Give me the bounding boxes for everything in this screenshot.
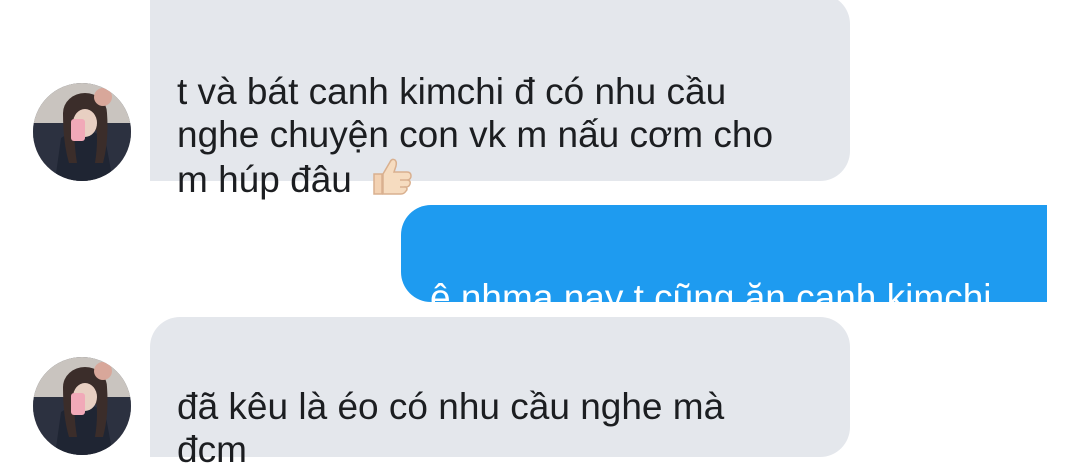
avatar-image [33,83,131,181]
sender-avatar[interactable] [33,357,131,455]
message-text: đã kêu là éo có nhu cầu nghe mà đcm [177,386,725,470]
incoming-message-bubble[interactable]: t và bát canh kimchi đ có nhu cầu nghe c… [150,0,850,200]
thumbs-up-icon [373,158,412,195]
message-text: t và bát canh kimchi đ có nhu cầu nghe c… [177,71,774,200]
outgoing-message-bubble[interactable]: ê nhma nay t cũng ăn canh kimchi [401,205,1047,318]
sender-avatar[interactable] [33,83,131,181]
avatar-image [33,357,131,455]
message-thread: t và bát canh kimchi đ có nhu cầu nghe c… [0,0,1080,472]
message-text: ê nhma nay t cũng ăn canh kimchi [430,277,992,318]
incoming-message-bubble[interactable]: đã kêu là éo có nhu cầu nghe mà đcm [150,317,850,470]
